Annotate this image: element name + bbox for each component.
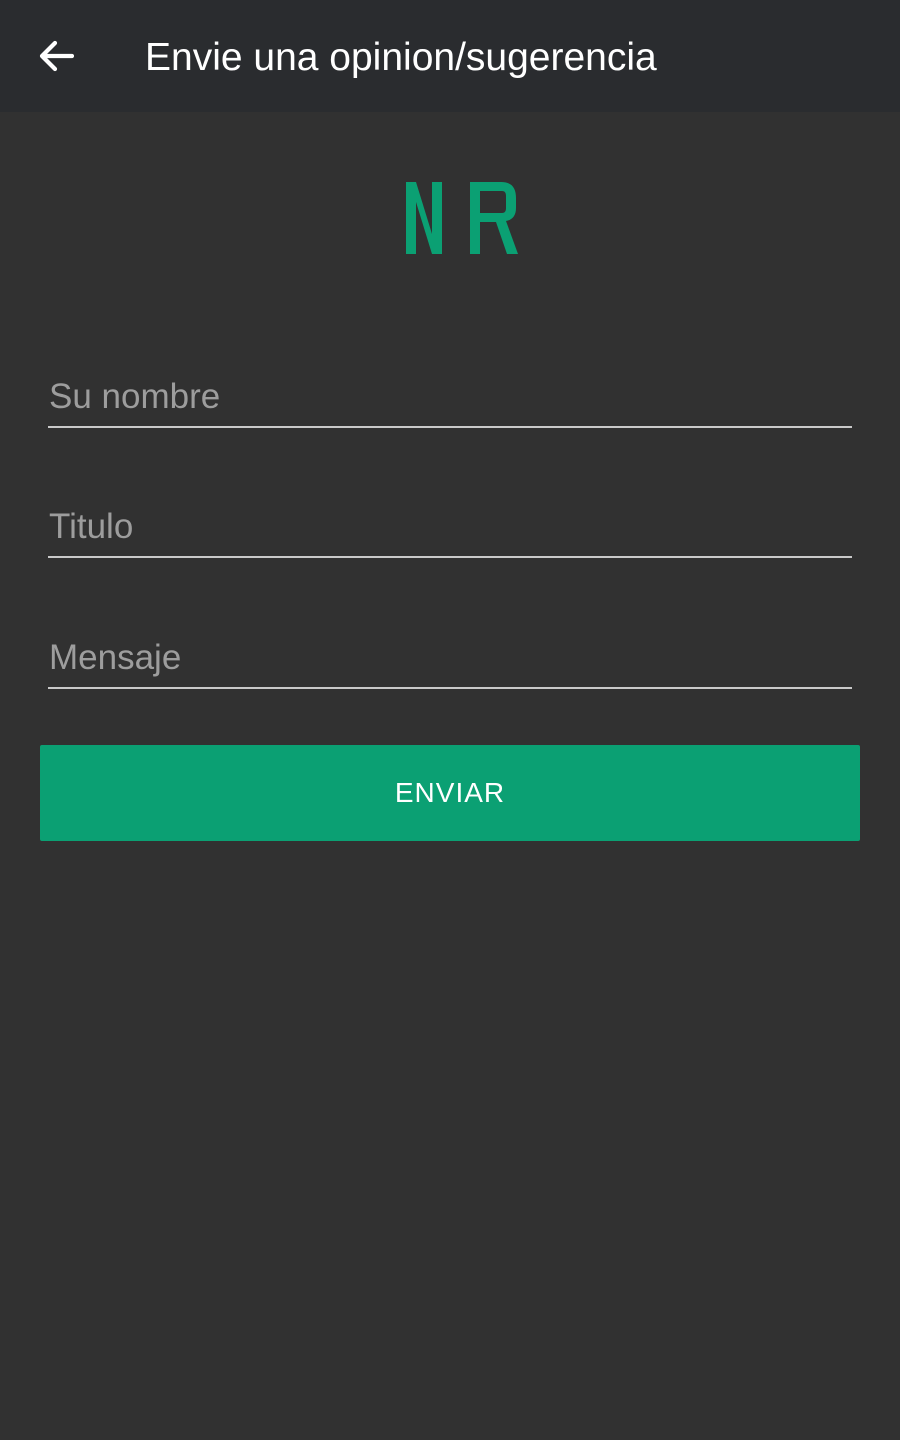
app-logo: [400, 176, 524, 260]
name-field-underline: [48, 426, 852, 428]
title-field[interactable]: [48, 498, 852, 558]
message-field-underline: [48, 687, 852, 689]
arrow-left-icon: [39, 40, 74, 72]
back-button[interactable]: [24, 26, 88, 86]
message-field[interactable]: [48, 629, 852, 689]
app-bar: Envie una opinion/sugerencia: [0, 0, 900, 112]
title-input[interactable]: [48, 498, 852, 556]
send-button[interactable]: ENVIAR: [40, 745, 860, 841]
message-input[interactable]: [48, 629, 852, 687]
name-input[interactable]: [48, 368, 852, 426]
name-field[interactable]: [48, 368, 852, 428]
page-title: Envie una opinion/sugerencia: [145, 36, 657, 79]
title-field-underline: [48, 556, 852, 558]
